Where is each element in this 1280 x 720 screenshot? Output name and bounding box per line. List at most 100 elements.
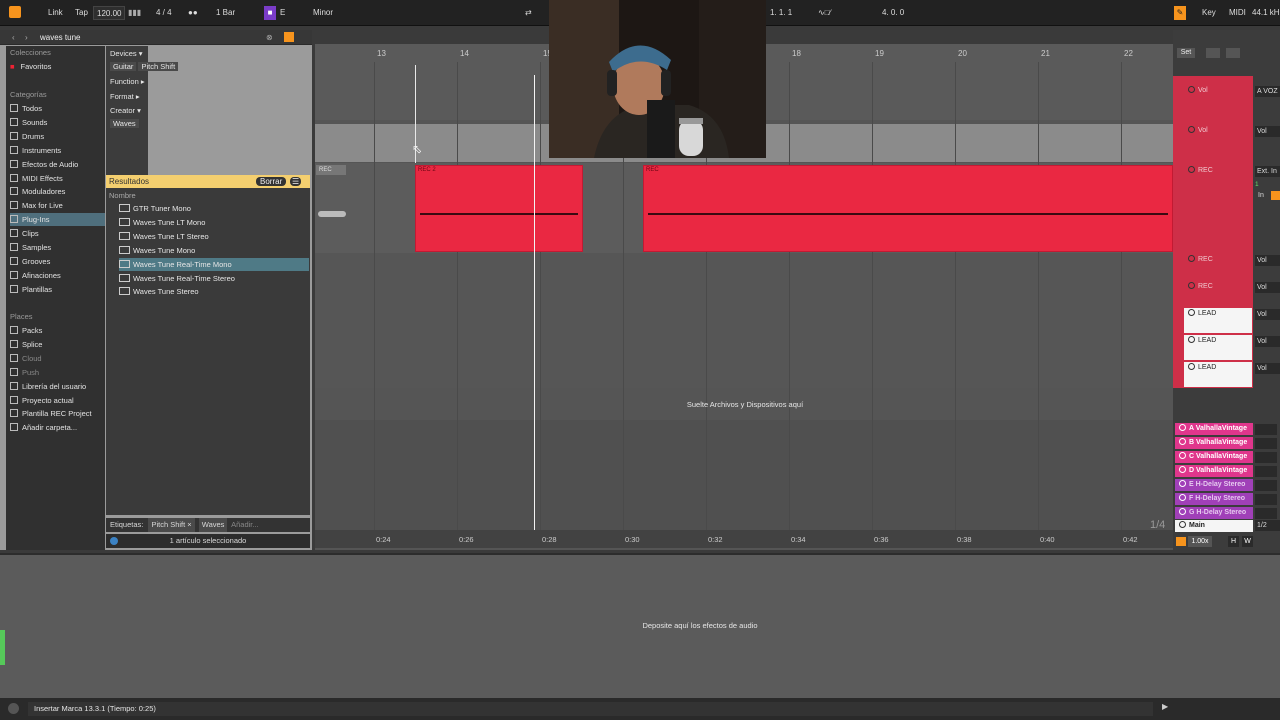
tag-pitch-shift-chip[interactable]: Pitch Shift × (148, 518, 195, 532)
return-lanes[interactable] (315, 420, 1173, 530)
time-label[interactable]: 0:24 (376, 535, 391, 544)
status-icon[interactable] (8, 703, 19, 714)
return-track[interactable]: F H-Delay Stereo (1175, 493, 1253, 505)
tag-waves[interactable]: Waves (110, 119, 139, 128)
place-item-plantilla-rec-project[interactable]: Plantilla REC Project (10, 407, 105, 420)
track-volume[interactable]: Vol (1255, 309, 1280, 320)
return-volume[interactable] (1255, 508, 1277, 519)
track-header-lead[interactable]: LEAD (1184, 362, 1252, 387)
fold-toggle-icon[interactable] (1188, 309, 1195, 316)
draw-mode-icon[interactable]: ✎ (1174, 6, 1186, 20)
fold-toggle-icon[interactable] (1188, 126, 1195, 133)
fold-toggle-icon[interactable] (1188, 282, 1195, 289)
return-volume[interactable] (1255, 424, 1277, 435)
track-toggle-icon[interactable] (1179, 438, 1186, 445)
metronome-small-icon[interactable] (1176, 537, 1186, 546)
return-volume[interactable] (1255, 494, 1277, 505)
track-toggle-icon[interactable] (1179, 521, 1186, 528)
zoom-fraction[interactable]: 1/4 (1150, 519, 1165, 531)
metronome-icon[interactable]: ▮▮▮ (128, 6, 141, 20)
forward-icon[interactable]: › (25, 33, 28, 42)
bar-number[interactable]: 22 (1124, 49, 1133, 58)
set-button[interactable]: Set (1177, 48, 1195, 58)
sidebar-item-midi-effects[interactable]: MIDI Effects (10, 172, 105, 185)
return-volume[interactable] (1255, 480, 1277, 491)
loop-length[interactable]: 4. 0. 0 (882, 6, 904, 20)
h-button[interactable]: H (1228, 536, 1239, 547)
sidebar-item-max-for-live[interactable]: Max for Live (10, 199, 105, 212)
time-label[interactable]: 0:32 (708, 535, 723, 544)
tap-button[interactable]: Tap (75, 6, 88, 20)
play-arrow-icon[interactable]: ▶ (1162, 702, 1168, 711)
track-header-rec[interactable]: REC (1184, 254, 1252, 279)
result-item[interactable]: Waves Tune Real-Time Stereo (119, 272, 309, 285)
clear-results-button[interactable]: Borrar (256, 177, 287, 186)
track-toggle-icon[interactable] (1179, 508, 1186, 515)
track-toggle-icon[interactable] (1179, 452, 1186, 459)
link-button[interactable]: Link (48, 6, 63, 20)
fold-toggle-icon[interactable] (1188, 363, 1195, 370)
lock-icon[interactable] (1226, 48, 1240, 58)
track-header-vol[interactable]: Vol (1184, 85, 1252, 123)
sidebar-item-samples[interactable]: Samples (10, 241, 105, 254)
name-column-header[interactable]: Nombre (109, 191, 136, 200)
place-item-proyecto-actual[interactable]: Proyecto actual (10, 394, 105, 407)
track-volume[interactable]: A VOZ (1255, 86, 1280, 97)
bar-number[interactable]: 14 (460, 49, 469, 58)
result-item[interactable]: Waves Tune Stereo (119, 285, 309, 298)
time-label[interactable]: 0:38 (957, 535, 972, 544)
clear-search-icon[interactable]: ⊗ (266, 33, 273, 42)
return-track[interactable]: A ValhallaVintage (1175, 423, 1253, 435)
result-item[interactable]: Waves Tune LT Mono (119, 216, 309, 229)
return-track[interactable]: C ValhallaVintage (1175, 451, 1253, 463)
main-track[interactable]: Main (1175, 520, 1253, 532)
filter-creator[interactable]: Creator ▾ (110, 106, 141, 115)
track-volume[interactable]: Ext. In (1255, 166, 1280, 177)
place-item-librer-a-del-usuario[interactable]: Librería del usuario (10, 380, 105, 393)
time-label[interactable]: 0:30 (625, 535, 640, 544)
track-volume[interactable]: Vol (1255, 336, 1280, 347)
result-item[interactable]: Waves Tune Real-Time Mono (119, 257, 309, 271)
track-header-rec[interactable]: REC (1184, 165, 1252, 251)
add-tag-link[interactable]: Añadir... (231, 520, 259, 529)
fold-toggle-icon[interactable] (1188, 336, 1195, 343)
sidebar-item-moduladores[interactable]: Moduladores (10, 185, 105, 198)
loop-switch-icon[interactable]: ∿□∕ (818, 6, 831, 20)
quantize-select[interactable]: 1 Bar (216, 6, 235, 20)
tempo-field[interactable]: 120.00 (93, 6, 126, 20)
search-input[interactable]: waves tune (40, 33, 80, 42)
track-toggle-icon[interactable] (1179, 480, 1186, 487)
input-channel[interactable]: 1 (1255, 181, 1280, 190)
result-item[interactable]: Waves Tune LT Stereo (119, 230, 309, 243)
midi-map-button[interactable]: MIDI (1229, 6, 1246, 20)
bar-number[interactable]: 21 (1041, 49, 1050, 58)
return-volume[interactable] (1255, 452, 1277, 463)
return-track[interactable]: B ValhallaVintage (1175, 437, 1253, 449)
return-track[interactable]: E H-Delay Stereo (1175, 479, 1253, 491)
fold-toggle-icon[interactable] (1188, 166, 1195, 173)
sidebar-item-plantillas[interactable]: Plantillas (10, 283, 105, 296)
monitor-in-button[interactable]: In (1258, 192, 1264, 199)
track-volume[interactable]: Vol (1255, 363, 1280, 374)
filter-devices[interactable]: Devices ▾ (110, 49, 143, 58)
track-header-lead[interactable]: LEAD (1184, 308, 1252, 333)
empty-track-lanes[interactable] (315, 253, 1173, 388)
browser-options-icon[interactable] (284, 32, 294, 42)
sidebar-item-grooves[interactable]: Grooves (10, 255, 105, 268)
return-volume[interactable] (1255, 438, 1277, 449)
expand-icon[interactable] (1206, 48, 1220, 58)
track-header-vol[interactable]: Vol (1184, 125, 1252, 163)
place-item-cloud[interactable]: Cloud (10, 352, 105, 365)
return-volume[interactable] (1255, 466, 1277, 477)
time-label[interactable]: 0:28 (542, 535, 557, 544)
track-header-rec[interactable]: REC (1184, 281, 1252, 306)
track-toggle-icon[interactable] (1179, 424, 1186, 431)
sidebar-item-instruments[interactable]: Instruments (10, 144, 105, 157)
audio-clip-rec[interactable]: REC (643, 165, 1173, 252)
sidebar-item-afinaciones[interactable]: Afinaciones (10, 269, 105, 282)
sidebar-item-clips[interactable]: Clips (10, 227, 105, 240)
time-signature[interactable]: 4 / 4 (156, 6, 172, 20)
follow-icon[interactable]: ⇄ (525, 6, 532, 20)
tag-pitch-shift[interactable]: Pitch Shift (138, 62, 179, 71)
track-volume[interactable]: Vol (1255, 126, 1280, 137)
